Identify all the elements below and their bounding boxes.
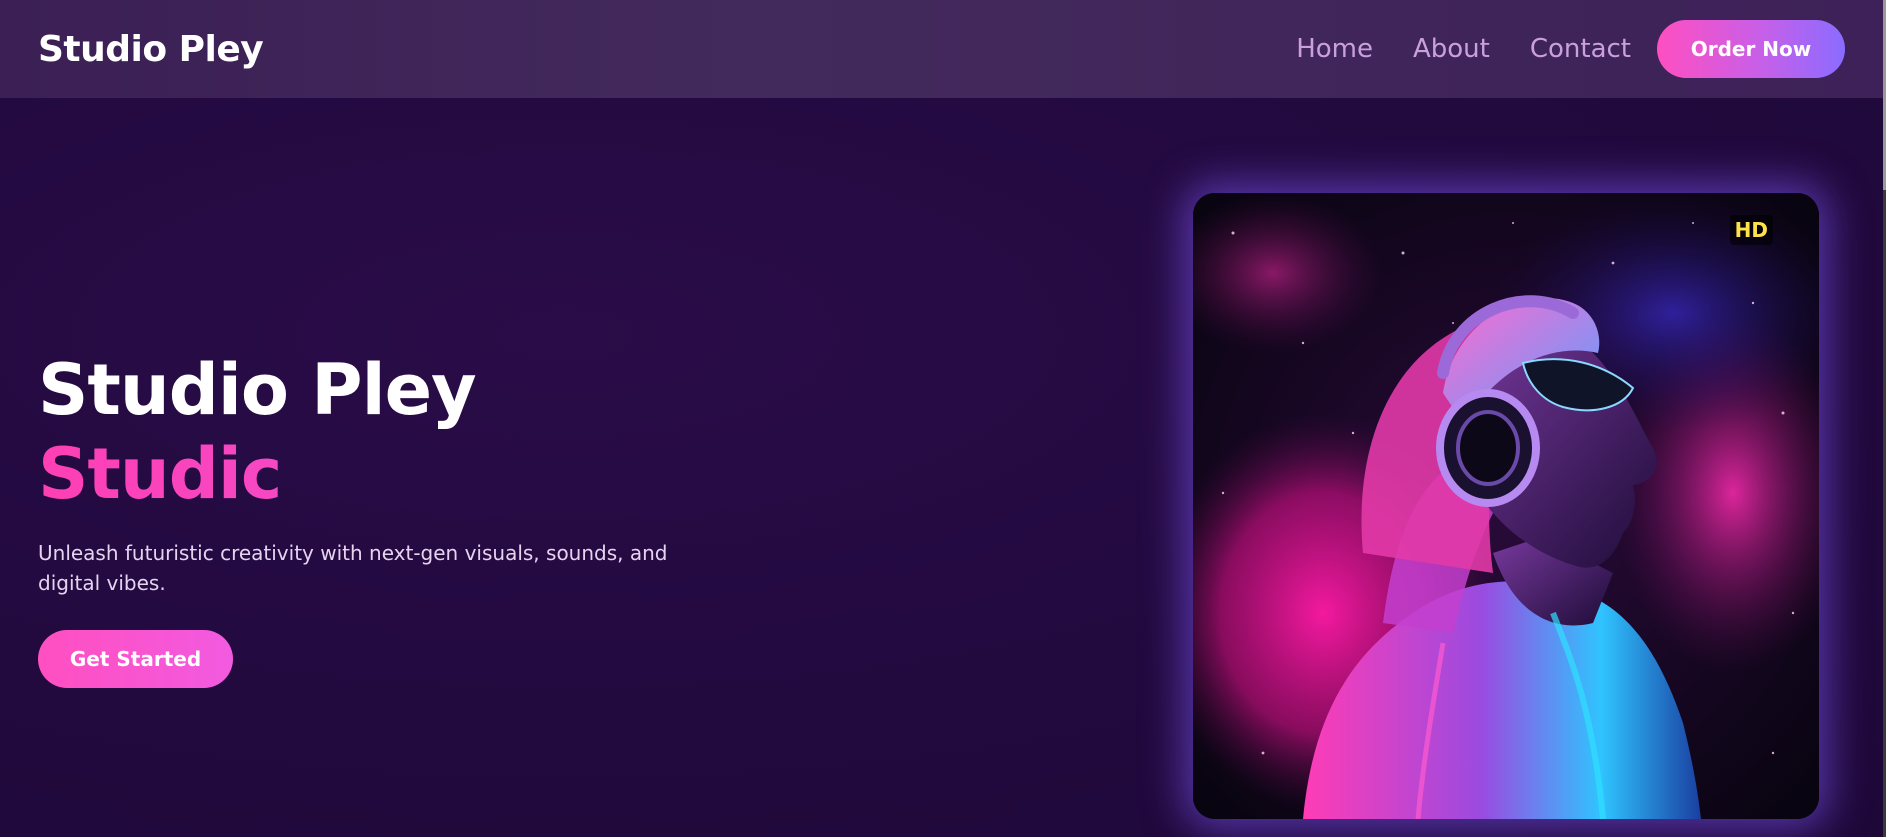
neon-listener-illustration — [1193, 193, 1819, 819]
main-nav: Home About Contact Order Now — [1296, 20, 1845, 78]
order-now-button[interactable]: Order Now — [1657, 20, 1845, 78]
nav-link-about[interactable]: About — [1413, 34, 1490, 64]
nav-link-contact[interactable]: Contact — [1530, 34, 1631, 64]
page: Studio Pley Home About Contact Order Now… — [0, 0, 1886, 837]
nav-link-home[interactable]: Home — [1296, 34, 1373, 64]
hd-badge: HD — [1729, 215, 1773, 245]
hero-section: Studio Pley Studic Unleash futuristic cr… — [38, 348, 738, 688]
get-started-button[interactable]: Get Started — [38, 630, 233, 688]
hero-description: Unleash futuristic creativity with next-… — [38, 541, 668, 595]
hero-subtitle: Studic — [38, 432, 738, 516]
navbar: Studio Pley Home About Contact Order Now — [0, 0, 1883, 98]
hero-image: HD — [1193, 193, 1819, 819]
brand-logo[interactable]: Studio Pley — [38, 29, 264, 70]
hero-title: Studio Pley — [38, 349, 477, 431]
